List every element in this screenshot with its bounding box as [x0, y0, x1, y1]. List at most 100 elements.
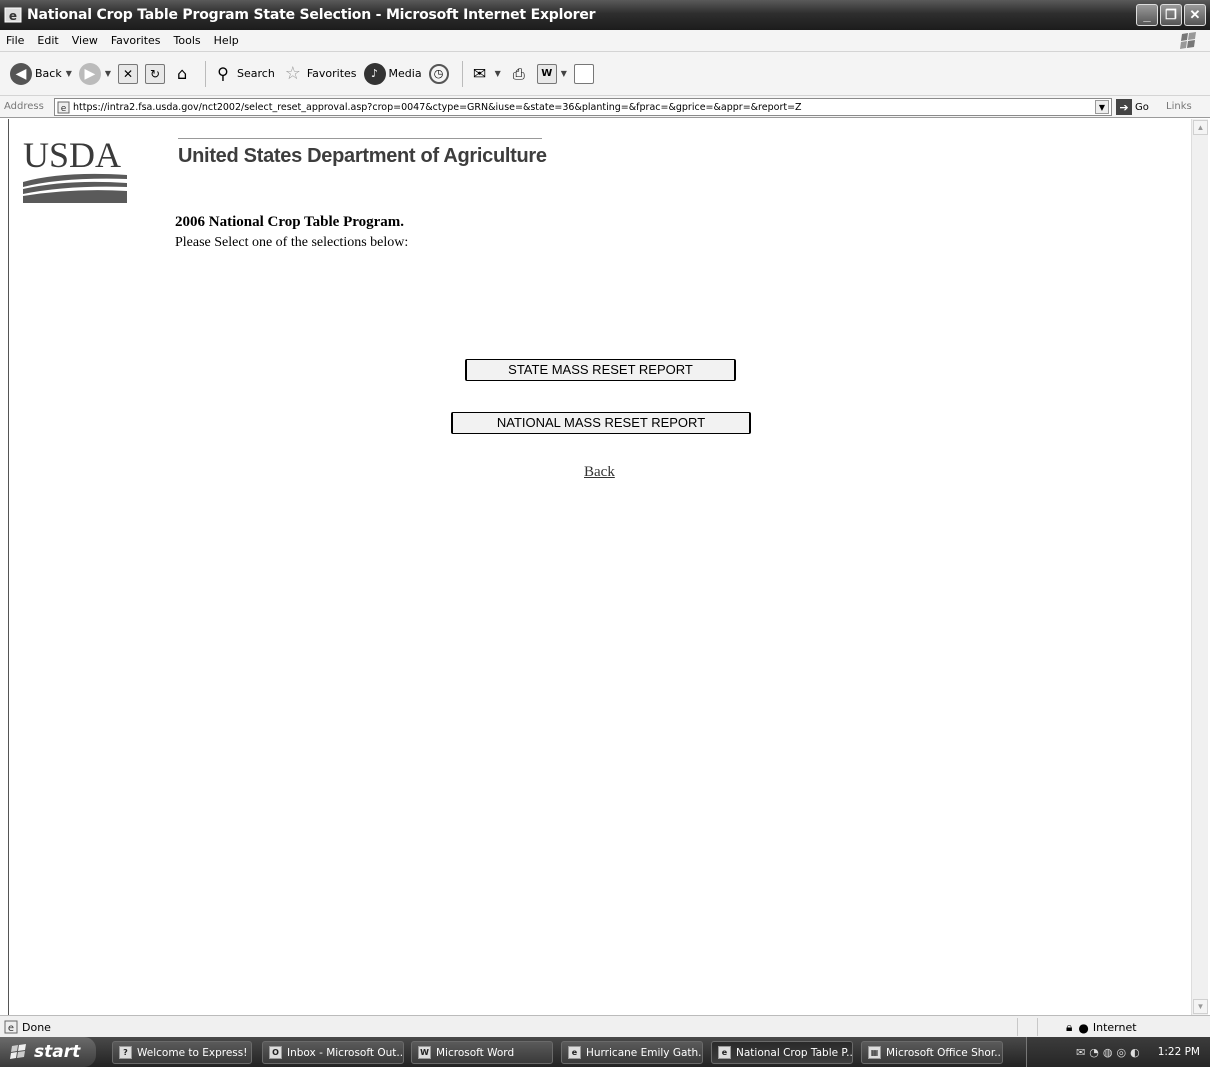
- stop-button[interactable]: ✕: [118, 63, 139, 84]
- dropdown-arrow-icon: ▼: [104, 69, 112, 78]
- agency-name: United States Department of Agriculture: [178, 145, 547, 167]
- media-button[interactable]: ♪ Media: [363, 62, 422, 85]
- lock-icon: 🔒︎: [1066, 1020, 1073, 1034]
- media-label: Media: [388, 67, 422, 80]
- page-done-icon: e: [4, 1020, 18, 1034]
- word-icon: W: [418, 1046, 431, 1059]
- task-label: National Crop Table P...: [736, 1046, 853, 1059]
- print-button[interactable]: ⎙: [508, 63, 530, 85]
- windows-flag-icon: [10, 1044, 26, 1059]
- usda-logo: USDA: [23, 137, 127, 203]
- ie-icon: e: [568, 1046, 581, 1059]
- home-button[interactable]: ⌂: [172, 64, 192, 84]
- search-icon: ⚲: [217, 64, 229, 83]
- back-arrow-icon: ◀: [10, 62, 32, 85]
- restore-button[interactable]: ❐: [1160, 4, 1182, 26]
- address-bar: Address e https://intra2.fsa.usda.gov/nc…: [0, 96, 1210, 118]
- close-button[interactable]: ✕: [1184, 4, 1206, 26]
- start-label: start: [34, 1042, 81, 1062]
- address-label: Address: [4, 101, 44, 112]
- windows-logo-icon: [1180, 32, 1196, 49]
- printer-icon: ⎙: [512, 64, 525, 83]
- search-label: Search: [237, 67, 275, 80]
- status-text: Done: [22, 1020, 51, 1034]
- window-title-bar: e National Crop Table Program State Sele…: [0, 0, 1210, 30]
- discuss-button[interactable]: [573, 63, 594, 84]
- search-button[interactable]: ⚲ Search: [212, 63, 275, 85]
- refresh-icon: ↻: [145, 63, 166, 84]
- task-outlook-inbox[interactable]: O Inbox - Microsoft Out...: [262, 1041, 404, 1064]
- office-icon: ▦: [868, 1046, 881, 1059]
- menu-bar: File Edit View Favorites Tools Help: [0, 30, 1210, 52]
- star-icon: ☆: [284, 63, 301, 84]
- forward-button[interactable]: ▶ ▼: [78, 62, 112, 85]
- menu-edit[interactable]: Edit: [37, 34, 58, 47]
- task-welcome-express[interactable]: ? Welcome to Express!: [112, 1041, 252, 1064]
- menu-tools[interactable]: Tools: [174, 34, 201, 47]
- links-toolbar[interactable]: Links: [1166, 101, 1192, 112]
- ie-icon: e: [718, 1046, 731, 1059]
- toolbar-separator: [205, 60, 207, 87]
- back-button[interactable]: ◀ Back ▼: [10, 62, 72, 85]
- usda-logo-text: USDA: [23, 137, 121, 175]
- dropdown-arrow-icon: ▼: [494, 69, 501, 78]
- favorites-button[interactable]: ☆ Favorites: [282, 63, 357, 85]
- back-label: Back: [35, 67, 62, 80]
- task-hurricane-emily[interactable]: e Hurricane Emily Gath...: [561, 1041, 703, 1064]
- address-input[interactable]: e https://intra2.fsa.usda.gov/nct2002/se…: [54, 98, 1112, 116]
- status-divider: [1037, 1018, 1038, 1036]
- internet-explorer-icon: e: [4, 7, 22, 23]
- national-mass-reset-report-button[interactable]: NATIONAL MASS RESET REPORT: [451, 412, 751, 434]
- go-button[interactable]: ➔ Go: [1116, 99, 1149, 115]
- scroll-down-icon[interactable]: ▼: [1193, 999, 1208, 1014]
- tray-icons[interactable]: ✉◔◍◎◐: [1076, 1046, 1144, 1059]
- address-dropdown-icon[interactable]: ▼: [1095, 100, 1109, 114]
- media-icon: ♪: [363, 62, 386, 85]
- header-rule: [178, 138, 542, 139]
- svg-text:e: e: [9, 9, 17, 23]
- back-link[interactable]: Back: [584, 464, 615, 481]
- vertical-scrollbar[interactable]: ▲ ▼: [1191, 119, 1208, 1015]
- discuss-icon: [573, 63, 594, 84]
- word-icon: W: [536, 63, 557, 84]
- page-viewport: USDA United States Department of Agricul…: [8, 119, 1208, 1015]
- menu-file[interactable]: File: [6, 34, 24, 47]
- help-icon: ?: [119, 1046, 132, 1059]
- task-label: Inbox - Microsoft Out...: [287, 1046, 404, 1059]
- task-office-shortcut[interactable]: ▦ Microsoft Office Shor...: [861, 1041, 1003, 1064]
- scroll-up-icon[interactable]: ▲: [1193, 120, 1208, 135]
- favorites-label: Favorites: [306, 67, 357, 80]
- history-icon: ◷: [428, 63, 449, 84]
- menu-help[interactable]: Help: [214, 34, 239, 47]
- outlook-icon: O: [269, 1046, 282, 1059]
- menu-favorites[interactable]: Favorites: [111, 34, 161, 47]
- state-mass-reset-report-button[interactable]: STATE MASS RESET REPORT: [465, 359, 736, 381]
- stop-icon: ✕: [118, 63, 139, 84]
- task-label: Welcome to Express!: [137, 1046, 248, 1059]
- taskbar: start ? Welcome to Express! O Inbox - Mi…: [0, 1037, 1210, 1067]
- globe-icon: ●: [1078, 1020, 1089, 1035]
- address-url: https://intra2.fsa.usda.gov/nct2002/sele…: [73, 101, 802, 113]
- task-label: Hurricane Emily Gath...: [586, 1046, 703, 1059]
- edit-word-button[interactable]: W ▼: [536, 63, 567, 84]
- menu-view[interactable]: View: [72, 34, 98, 47]
- task-label: Microsoft Office Shor...: [886, 1046, 1003, 1059]
- toolbar-separator: [461, 60, 463, 87]
- mail-button[interactable]: ✉ ▼: [469, 63, 501, 85]
- program-title: 2006 National Crop Table Program.: [175, 214, 405, 230]
- mail-icon: ✉: [472, 64, 487, 83]
- go-arrow-icon: ➔: [1116, 99, 1132, 115]
- status-divider: [1017, 1018, 1018, 1036]
- start-button[interactable]: start: [0, 1037, 96, 1067]
- forward-arrow-icon: ▶: [78, 62, 101, 85]
- refresh-button[interactable]: ↻: [145, 63, 166, 84]
- history-button[interactable]: ◷: [428, 63, 449, 84]
- page-icon: e: [57, 101, 70, 114]
- task-microsoft-word[interactable]: W Microsoft Word: [411, 1041, 553, 1064]
- minimize-button[interactable]: _: [1136, 4, 1158, 26]
- system-tray: ✉◔◍◎◐ 1:22 PM: [1026, 1037, 1210, 1067]
- task-national-crop-table[interactable]: e National Crop Table P...: [711, 1041, 853, 1064]
- toolbar: ◀ Back ▼ ▶ ▼ ✕ ↻ ⌂ ⚲ Search ☆ Favorites …: [0, 52, 1210, 96]
- window-title: National Crop Table Program State Select…: [27, 7, 596, 23]
- dropdown-arrow-icon: ▼: [560, 69, 567, 78]
